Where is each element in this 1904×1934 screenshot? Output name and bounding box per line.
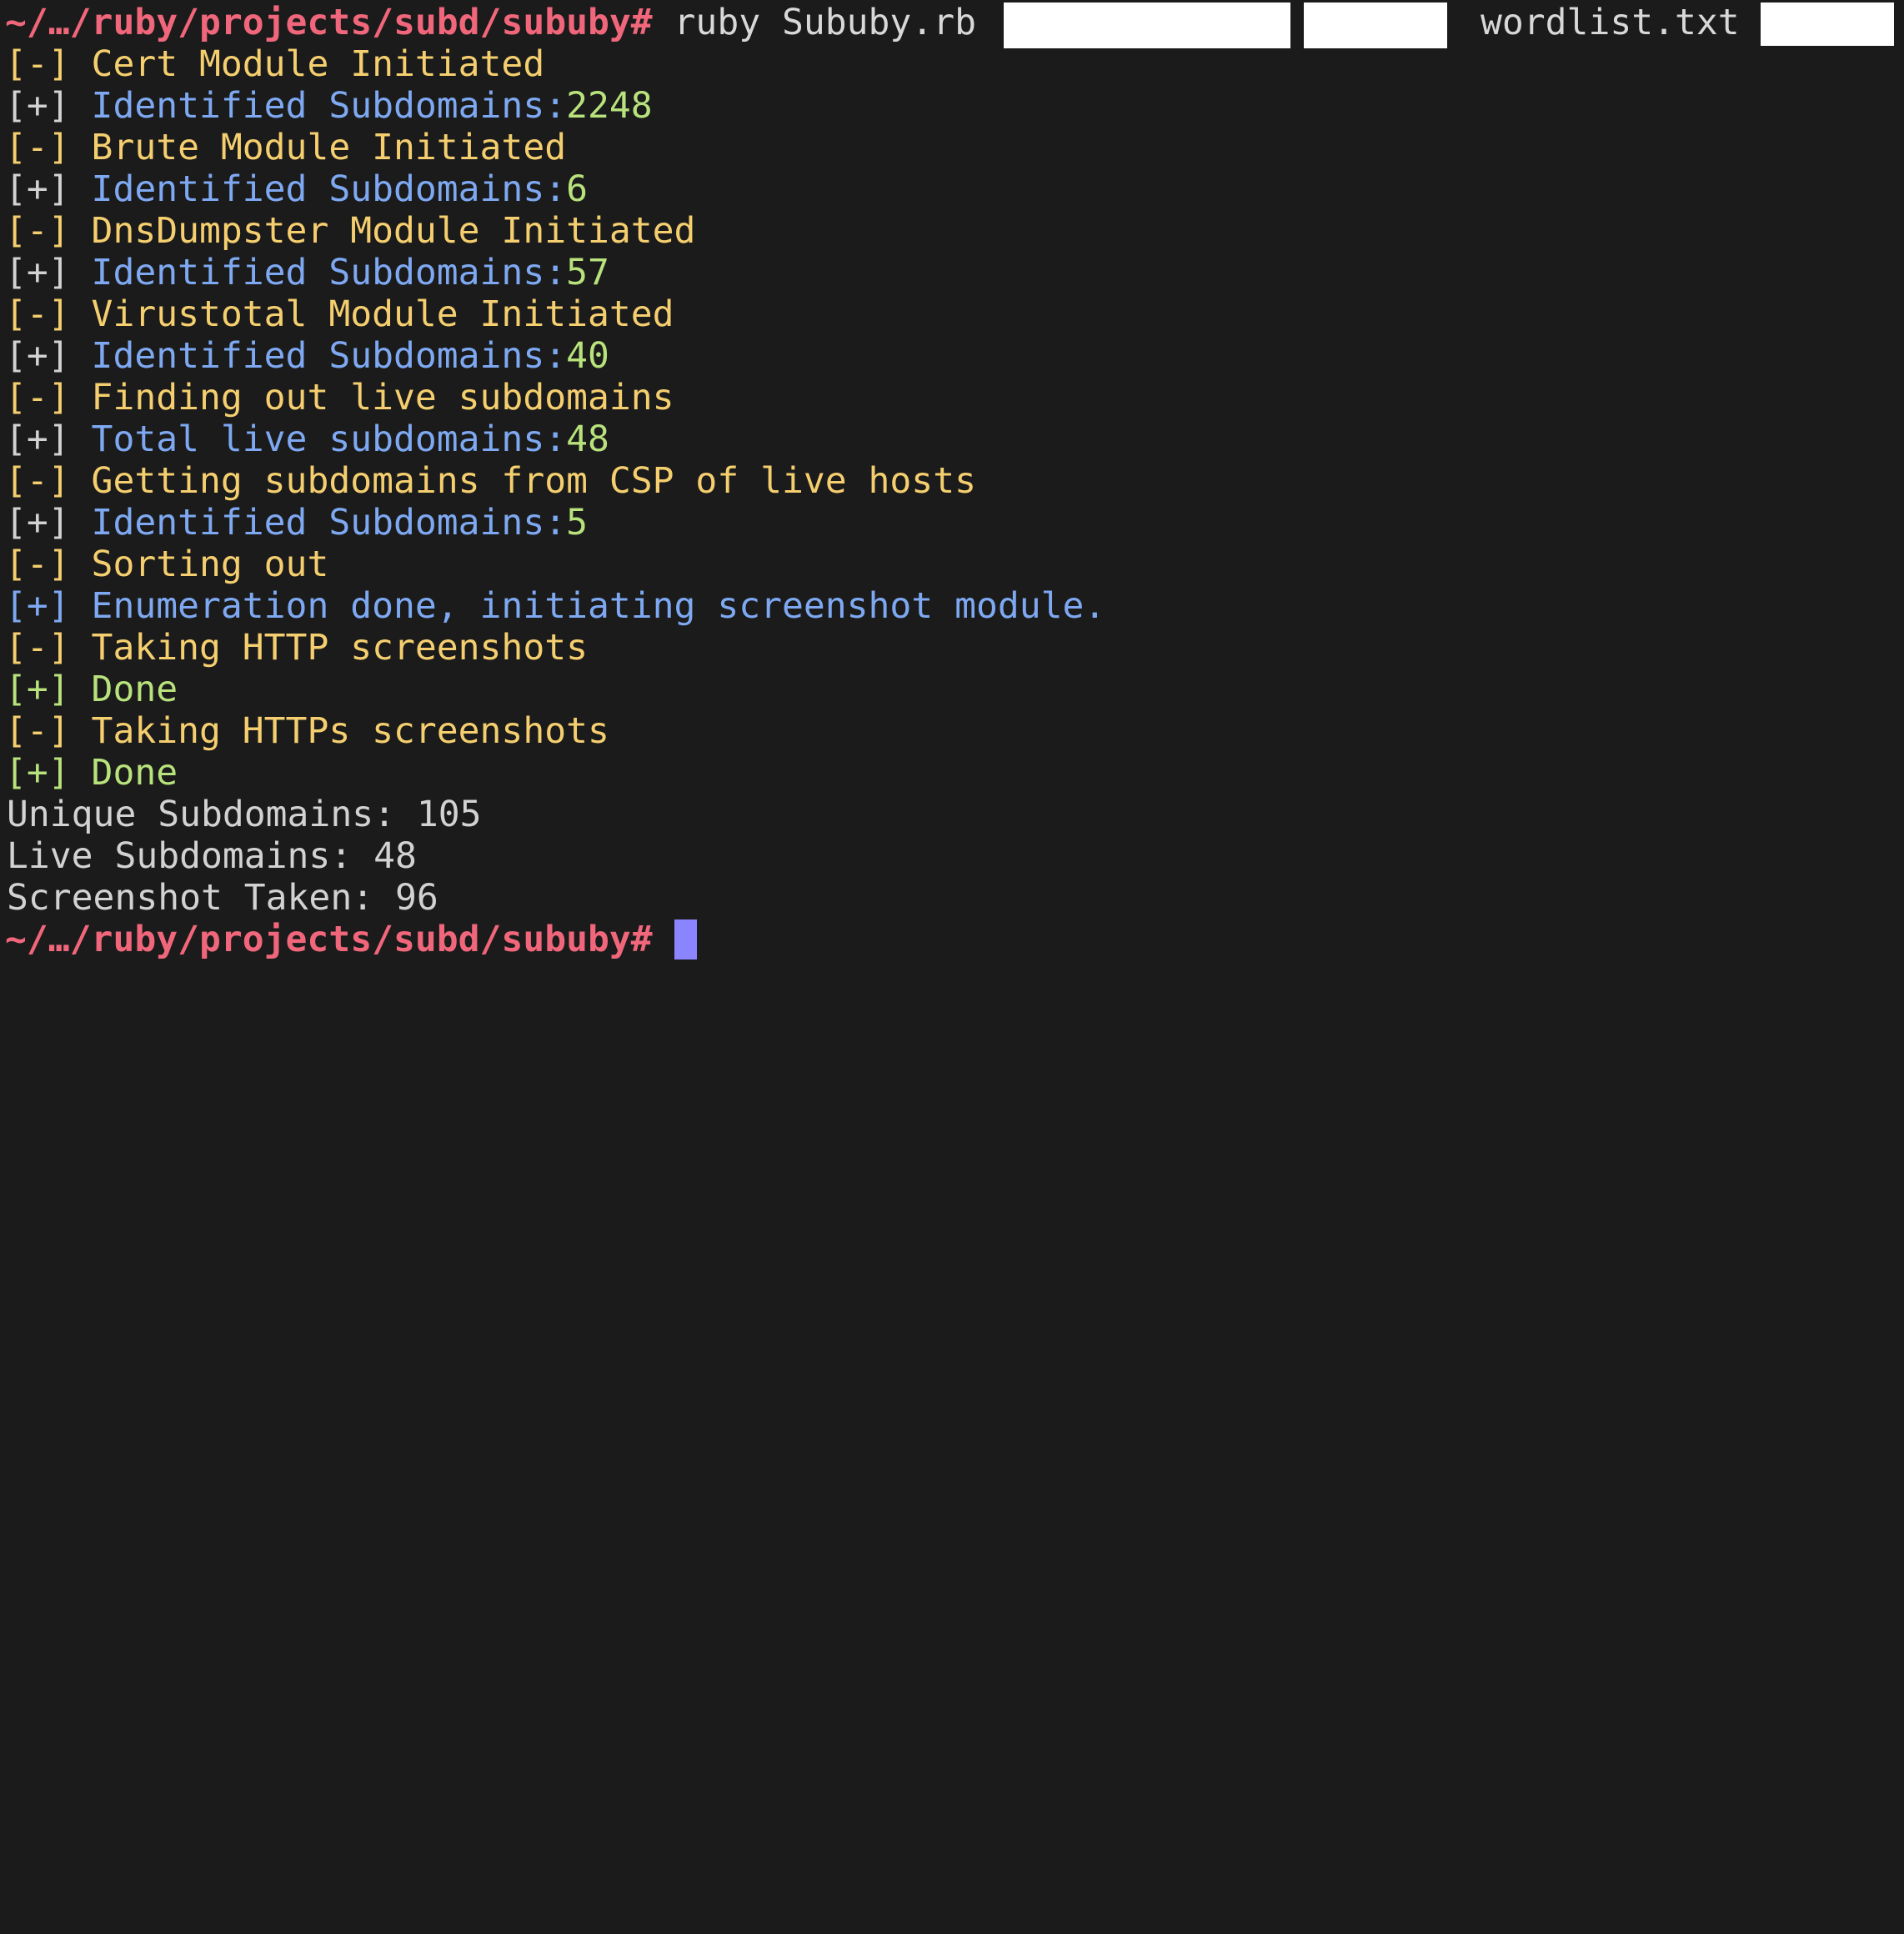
output-line: [-] Virustotal Module Initiated xyxy=(5,293,674,335)
output-line: [+] Total live subdomains:48 xyxy=(5,418,609,460)
active-prompt-line[interactable]: ~/…/ruby/projects/subd/sububy# xyxy=(5,919,697,960)
output-line: [+] Identified Subdomains:57 xyxy=(5,252,609,293)
status-text: Identified Subdomains: xyxy=(69,168,567,210)
status-count: 57 xyxy=(566,252,609,293)
output-line: [-] Getting subdomains from CSP of live … xyxy=(5,460,976,502)
status-bracket: [-] xyxy=(5,627,70,669)
output-line: [+] Identified Subdomains:40 xyxy=(5,335,609,377)
status-text: Total live subdomains: xyxy=(69,418,567,460)
text-cursor[interactable] xyxy=(674,919,697,959)
status-bracket: [-] xyxy=(5,544,70,585)
status-text: Finding out live subdomains xyxy=(69,377,674,418)
status-text: Cert Module Initiated xyxy=(69,43,545,85)
output-line: [-] Taking HTTP screenshots xyxy=(5,627,588,669)
summary-live-subdomains: Live Subdomains: 48 xyxy=(7,835,417,877)
output-line: [-] Sorting out xyxy=(5,544,328,585)
output-line: [-] Brute Module Initiated xyxy=(5,127,566,168)
status-bracket: [-] xyxy=(5,210,70,252)
output-line: [-] Taking HTTPs screenshots xyxy=(5,710,609,752)
status-text: Virustotal Module Initiated xyxy=(69,293,674,335)
command-argument: wordlist.txt xyxy=(1481,2,1740,43)
status-bracket: [-] xyxy=(5,43,70,85)
status-bracket: [+] xyxy=(5,752,70,794)
output-line: [+] Identified Subdomains:6 xyxy=(5,168,588,210)
status-count: 48 xyxy=(566,418,609,460)
status-text: Taking HTTP screenshots xyxy=(69,627,588,669)
status-bracket: [-] xyxy=(5,377,70,418)
output-line: [+] Done xyxy=(5,752,178,794)
status-text: Identified Subdomains: xyxy=(69,85,567,127)
status-count: 6 xyxy=(566,168,588,210)
status-bracket: [+] xyxy=(5,335,70,377)
status-text: Done xyxy=(69,669,178,710)
status-bracket: [+] xyxy=(5,252,70,293)
status-text: Getting subdomains from CSP of live host… xyxy=(69,460,976,502)
status-count: 2248 xyxy=(566,85,653,127)
status-bracket: [-] xyxy=(5,710,70,752)
summary-unique-subdomains: Unique Subdomains: 105 xyxy=(7,794,482,835)
output-line: [+] Identified Subdomains:2248 xyxy=(5,85,653,127)
status-text: Identified Subdomains: xyxy=(69,335,567,377)
status-bracket: [+] xyxy=(5,168,70,210)
command-line: ~/…/ruby/projects/subd/sububy# ruby Subu… xyxy=(5,2,976,43)
output-line: [+] Enumeration done, initiating screens… xyxy=(5,585,1105,627)
status-text: Enumeration done, initiating screenshot … xyxy=(69,585,1106,627)
status-text: Taking HTTPs screenshots xyxy=(69,710,609,752)
terminal-window[interactable]: ~/…/ruby/projects/subd/sububy# ruby Subu… xyxy=(0,0,1904,967)
status-bracket: [+] xyxy=(5,669,70,710)
status-text: Identified Subdomains: xyxy=(69,502,567,544)
status-text: DnsDumpster Module Initiated xyxy=(69,210,696,252)
status-bracket: [+] xyxy=(5,585,70,627)
status-bracket: [-] xyxy=(5,127,70,168)
status-bracket: [+] xyxy=(5,502,70,544)
status-bracket: [-] xyxy=(5,460,70,502)
output-line: [-] DnsDumpster Module Initiated xyxy=(5,210,695,252)
output-line: [+] Done xyxy=(5,669,178,710)
status-text: Sorting out xyxy=(69,544,329,585)
prompt-path: ~/…/ruby/projects/subd/sububy xyxy=(5,919,631,960)
status-count: 40 xyxy=(566,335,609,377)
prompt-symbol: # xyxy=(630,919,653,960)
status-bracket: [+] xyxy=(5,418,70,460)
prompt-symbol: # xyxy=(630,2,653,43)
summary-screenshots-taken: Screenshot Taken: 96 xyxy=(7,877,438,919)
prompt-path: ~/…/ruby/projects/subd/sububy xyxy=(5,2,631,43)
command-text: ruby Sububy.rb xyxy=(652,2,976,43)
status-text: Identified Subdomains: xyxy=(69,252,567,293)
output-line: [+] Identified Subdomains:5 xyxy=(5,502,588,544)
redacted-block xyxy=(1004,3,1290,48)
status-bracket: [-] xyxy=(5,293,70,335)
redacted-block xyxy=(1761,3,1894,46)
redacted-block xyxy=(1304,3,1447,48)
output-line: [-] Cert Module Initiated xyxy=(5,43,544,85)
status-text: Done xyxy=(69,752,178,794)
status-count: 5 xyxy=(566,502,588,544)
status-bracket: [+] xyxy=(5,85,70,127)
output-line: [-] Finding out live subdomains xyxy=(5,377,674,418)
status-text: Brute Module Initiated xyxy=(69,127,567,168)
